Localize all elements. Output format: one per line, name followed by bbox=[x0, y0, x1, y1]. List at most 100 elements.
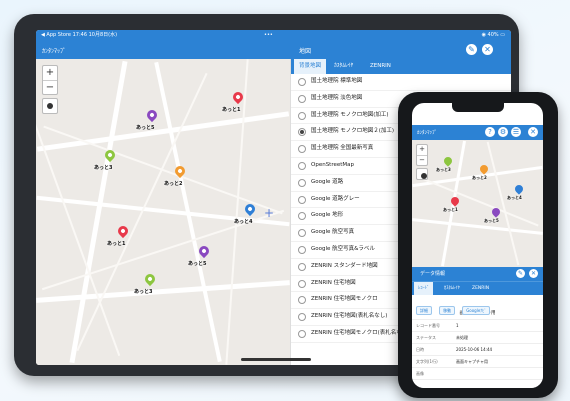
sheet-tabs: ﾚｺｰﾄﾞ ｶｽﾀﾑﾚｲﾔ ZENRIN bbox=[412, 281, 543, 295]
radio-icon[interactable] bbox=[298, 178, 306, 187]
pin-icon bbox=[142, 271, 158, 287]
locate-icon[interactable] bbox=[416, 168, 428, 180]
phone-app-title: ｶﾝﾀﾝﾏｯﾌﾟ bbox=[417, 130, 438, 136]
pin-icon bbox=[144, 107, 160, 123]
action-chips: 詳細 移動 Googleﾅﾋﾞ bbox=[412, 295, 543, 315]
phone-notch bbox=[452, 103, 504, 112]
record-fields: レコード番号 1 ステータス 未処理 日時 2025-10-06 14:44 文字列(1行)… bbox=[412, 320, 543, 380]
close-icon[interactable]: ✕ bbox=[529, 269, 538, 278]
radio-icon[interactable] bbox=[298, 111, 306, 120]
zoom-out-button[interactable]: − bbox=[43, 81, 57, 95]
phone-nav-bar: ｶﾝﾀﾝﾏｯﾌﾟ ? ⚙ ☰ ✕ bbox=[412, 125, 543, 140]
basemap-option-label: 国土地理院 全国最新写真 bbox=[311, 145, 374, 152]
status-right: ◉ 40% ▭ bbox=[481, 32, 505, 38]
radio-icon[interactable] bbox=[298, 145, 306, 154]
basemap-option-label: ZENRIN 住宅地図(表札名なし) bbox=[311, 313, 388, 320]
radio-icon[interactable] bbox=[298, 212, 306, 221]
pin-icon bbox=[115, 223, 131, 239]
field-name: 画像 bbox=[416, 371, 424, 376]
pin-label: あっと1 bbox=[222, 107, 241, 113]
field-name: 日時 bbox=[416, 347, 424, 352]
basemap-option-label: ZENRIN 住宅地図モノクロ(表札名なし) bbox=[311, 329, 410, 336]
panel-tabs: 背景地図 ｶｽﾀﾑﾚｲﾔ ZENRIN bbox=[291, 59, 511, 74]
close-icon[interactable]: ✕ bbox=[528, 127, 538, 137]
gear-icon[interactable]: ⚙ bbox=[498, 127, 508, 137]
phone-zoom-control: + − bbox=[416, 144, 428, 166]
close-icon[interactable]: ✕ bbox=[482, 44, 493, 55]
radio-icon[interactable] bbox=[298, 245, 306, 254]
field-name: ステータス bbox=[416, 335, 436, 340]
pin-label: あっと5 bbox=[188, 261, 207, 267]
sheet-title: データ情報 bbox=[420, 271, 446, 277]
radio-icon[interactable] bbox=[298, 229, 306, 238]
radio-icon[interactable] bbox=[298, 195, 306, 204]
panel-title: 地図 bbox=[299, 48, 312, 55]
pin-label: あっと2 bbox=[164, 181, 183, 187]
phone-screen: ｶﾝﾀﾝﾏｯﾌﾟ ? ⚙ ☰ ✕ + − あっと3 あっと2 あっと4 あっと1… bbox=[412, 103, 543, 388]
sheet-header: データ情報 ✎ ✕ bbox=[412, 267, 543, 281]
radio-icon[interactable] bbox=[298, 329, 306, 338]
pin-label: あっと3 bbox=[436, 167, 451, 172]
zoom-in-button[interactable]: + bbox=[417, 145, 427, 156]
detail-button[interactable]: 詳細 bbox=[416, 306, 432, 315]
radio-icon[interactable] bbox=[298, 296, 306, 305]
locate-icon[interactable] bbox=[42, 98, 58, 114]
pin-icon bbox=[442, 155, 454, 167]
edit-icon[interactable]: ✎ bbox=[516, 269, 525, 278]
radio-icon[interactable] bbox=[298, 313, 306, 322]
tab-custom-layer[interactable]: ｶｽﾀﾑﾚｲﾔ bbox=[440, 282, 464, 295]
zoom-in-button[interactable]: + bbox=[43, 66, 57, 81]
help-icon[interactable]: ? bbox=[485, 127, 495, 137]
tab-record[interactable]: ﾚｺｰﾄﾞ bbox=[414, 282, 434, 295]
basemap-option[interactable]: 国土地理院 標準地図 bbox=[291, 74, 511, 91]
pin-label: あっと5 bbox=[136, 125, 155, 131]
basemap-option-label: ZENRIN 住宅地図 bbox=[311, 279, 356, 286]
nav-bar: ｶﾝﾀﾝﾏｯﾌﾟ 地図 ✎ ✕ bbox=[36, 40, 511, 59]
edit-icon[interactable]: ✎ bbox=[466, 44, 477, 55]
field-value: 画面キャプチャ用 bbox=[456, 359, 488, 364]
radio-icon[interactable] bbox=[298, 161, 306, 170]
radio-icon[interactable] bbox=[298, 262, 306, 271]
radio-icon[interactable] bbox=[298, 279, 306, 288]
basemap-option-label: ZENRIN 住宅地図モノクロ bbox=[311, 296, 378, 303]
pin-icon bbox=[513, 183, 525, 195]
status-left: ◀ App Store 17:46 10月8日(水) bbox=[41, 32, 118, 38]
record-field-row: 日時 2025-10-06 14:44 bbox=[412, 344, 543, 356]
zoom-out-button[interactable]: − bbox=[417, 156, 427, 166]
phone-device: ｶﾝﾀﾝﾏｯﾌﾟ ? ⚙ ☰ ✕ + − あっと3 あっと2 あっと4 あっと1… bbox=[398, 92, 558, 398]
basemap-option-label: Google 地形 bbox=[311, 212, 344, 219]
basemap-option-label: 国土地理院 標準地図 bbox=[311, 78, 363, 84]
record-field-row: ステータス 未処理 bbox=[412, 332, 543, 344]
field-value: 2025-10-06 14:44 bbox=[456, 347, 493, 352]
crosshair-icon: + bbox=[264, 206, 275, 220]
move-button[interactable]: 移動 bbox=[439, 306, 456, 315]
list-icon[interactable]: ☰ bbox=[511, 127, 521, 137]
pin-label: あっと3 bbox=[94, 165, 113, 171]
radio-icon[interactable] bbox=[298, 94, 306, 103]
tab-zenrin[interactable]: ZENRIN bbox=[365, 59, 396, 74]
basemap-option-label: 国土地理院 モノクロ地図２(加工) bbox=[311, 128, 395, 135]
radio-icon[interactable] bbox=[298, 128, 306, 137]
phone-map-view[interactable]: + − あっと3 あっと2 あっと4 あっと1 あっと5 bbox=[412, 140, 543, 267]
status-dots: ••• bbox=[264, 32, 273, 38]
data-info-sheet: データ情報 ✎ ✕ ﾚｺｰﾄﾞ ｶｽﾀﾑﾚｲﾔ ZENRIN 詳細 移動 Goo… bbox=[412, 267, 543, 388]
record-field-row: レコード番号 1 bbox=[412, 320, 543, 332]
map-view[interactable]: + − あっと1 あっと5 あっと3 あっと2 あっと4 あっと1 あっと5 あ… bbox=[36, 59, 290, 365]
field-value: 未処理 bbox=[456, 335, 468, 340]
google-navi-button[interactable]: Googleﾅﾋﾞ bbox=[462, 306, 491, 315]
field-name: レコード番号 bbox=[416, 323, 440, 328]
basemap-option-label: Google 道路 bbox=[311, 178, 344, 185]
pin-label: あっと2 bbox=[472, 175, 487, 180]
field-value: 1 bbox=[456, 323, 459, 328]
pin-label: あっと1 bbox=[107, 241, 126, 247]
pin-label: あっと4 bbox=[507, 195, 522, 200]
tab-zenrin[interactable]: ZENRIN bbox=[468, 282, 493, 295]
pin-label: あっと3 bbox=[134, 289, 153, 295]
basemap-option-label: Google 道路グレー bbox=[311, 195, 360, 202]
basemap-option-label: Google 航空写真 bbox=[311, 229, 355, 236]
basemap-option-label: Google 航空写真&ラベル bbox=[311, 245, 375, 252]
radio-icon[interactable] bbox=[298, 78, 306, 86]
record-field-row: 画像 bbox=[412, 368, 543, 380]
tab-background-map[interactable]: 背景地図 bbox=[294, 59, 327, 74]
tab-custom-layer[interactable]: ｶｽﾀﾑﾚｲﾔ bbox=[329, 59, 358, 74]
